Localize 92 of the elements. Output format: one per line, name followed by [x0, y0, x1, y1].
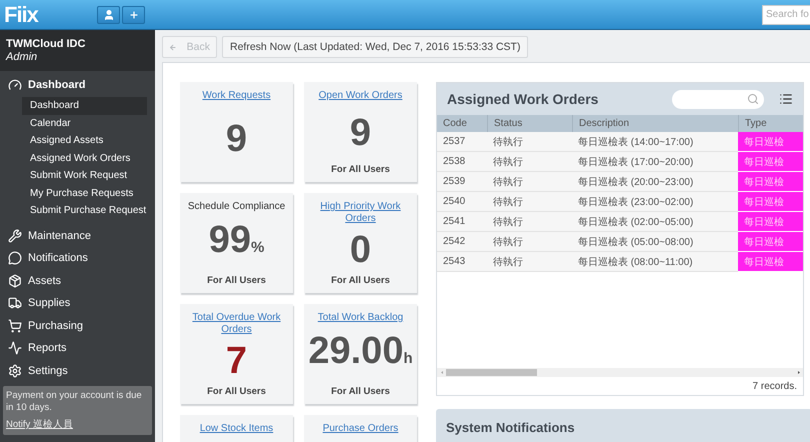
search-field[interactable]: Search fo [762, 4, 810, 24]
table-cell: 待執行 [487, 252, 572, 272]
card-title: Schedule Compliance [188, 201, 286, 213]
table-cell: 2540 [437, 192, 487, 212]
stat-value: 9 [226, 118, 248, 158]
nav-section[interactable]: Settings [0, 360, 155, 382]
type-tag: 每日巡檢 [738, 252, 803, 272]
card-title-link[interactable]: Total Work Backlog [318, 312, 404, 324]
horizontal-scrollbar[interactable] [437, 368, 803, 377]
table-cell: 2543 [437, 252, 487, 272]
table-cell: 每日巡檢表 (02:00~05:00) [572, 212, 738, 232]
table-cell: 2541 [437, 212, 487, 232]
nav-section[interactable]: Assets [0, 270, 155, 292]
card-footer: For All Users [331, 275, 390, 286]
nav-section[interactable]: Purchasing [0, 314, 155, 337]
type-tag: 每日巡檢 [738, 192, 803, 212]
user-icon [102, 8, 114, 20]
add-button[interactable] [122, 6, 145, 24]
card-title-link[interactable]: Total Overdue Work Orders [184, 312, 289, 336]
wrench-icon [8, 228, 22, 243]
table-cell: 2538 [437, 152, 487, 172]
account-name: TWMCloud IDC [6, 38, 86, 50]
table-cell: 2539 [437, 172, 487, 192]
type-tag: 每日巡檢 [738, 212, 803, 232]
user-button[interactable] [97, 6, 120, 24]
card-footer: For All Users [207, 386, 266, 397]
type-tag: 每日巡檢 [738, 232, 803, 252]
type-tag: 每日巡檢 [738, 132, 803, 152]
stat-value: 99% [208, 220, 264, 263]
nav-section[interactable]: Dashboard [0, 74, 155, 96]
nav-section[interactable]: Supplies [0, 292, 155, 314]
account-role: Admin [6, 51, 38, 63]
panel-title: Assigned Work Orders [447, 91, 598, 107]
plus-icon [128, 10, 138, 20]
nav-section[interactable]: Reports [0, 337, 155, 360]
table-cell: 每日巡檢表 (20:00~23:00) [572, 172, 738, 192]
nav-item[interactable]: My Purchase Requests [22, 184, 147, 202]
card-title-link[interactable]: Purchase Orders [322, 423, 398, 435]
gauge-icon [8, 78, 22, 92]
box-icon [8, 274, 22, 288]
table-cell: 待執行 [487, 152, 572, 172]
card-title-link[interactable]: Work Requests [202, 90, 271, 102]
nav-item[interactable]: Submit Purchase Request [22, 202, 147, 220]
nav-item[interactable]: Assigned Assets [22, 132, 147, 150]
type-tag: 每日巡檢 [738, 172, 803, 192]
table-cell: 待執行 [487, 232, 572, 252]
refresh-button[interactable]: Refresh Now (Last Updated: Wed, Dec 7, 2016 15:53:33 CST) [222, 36, 528, 58]
settings-icon [8, 364, 22, 378]
stat-value: 9 [350, 113, 372, 153]
search-icon [747, 93, 759, 105]
nav-item[interactable]: Assigned Work Orders [22, 150, 147, 167]
table-cell: 每日巡檢表 (23:00~02:00) [572, 192, 738, 212]
nav-item[interactable]: Dashboard [22, 97, 147, 114]
table-cell: 每日巡檢表 (17:00~20:00) [572, 152, 738, 172]
notice-text: Payment on your account is due in 10 days. [6, 390, 143, 414]
table-cell: 待執行 [487, 132, 572, 152]
card-footer: For All Users [331, 164, 390, 175]
card-footer: For All Users [331, 386, 390, 397]
type-tag: 每日巡檢 [738, 152, 803, 172]
notify-link[interactable]: Notify 巡檢人員 [6, 418, 149, 431]
panel-title: System Notifications [446, 420, 575, 435]
column-header[interactable]: Description [572, 115, 738, 132]
pulse-icon [8, 341, 22, 356]
list-menu-icon[interactable] [779, 92, 793, 106]
table-cell: 待執行 [487, 192, 572, 212]
table-cell: 2537 [437, 132, 487, 152]
card-title-link[interactable]: Open Work Orders [318, 90, 402, 102]
card-title-link[interactable]: High Priority Work Orders [308, 201, 413, 225]
table-cell: 每日巡檢表 (05:00~08:00) [572, 232, 738, 252]
nav-item[interactable]: Submit Work Request [22, 167, 147, 184]
stat-value: 0 [350, 230, 372, 270]
card-footer: For All Users [207, 275, 266, 286]
record-count: 7 records. [752, 380, 798, 394]
table-cell: 2542 [437, 232, 487, 252]
stat-value: 29.00h [308, 331, 413, 374]
column-header[interactable]: Status [487, 115, 572, 132]
table-search-field[interactable] [672, 90, 764, 108]
nav-section[interactable]: Maintenance [0, 224, 155, 247]
speech-bubble-icon [8, 251, 22, 266]
nav-item[interactable]: Calendar [22, 114, 147, 132]
stat-value: 7 [226, 341, 248, 381]
table-cell: 待執行 [487, 172, 572, 192]
table-cell: 待執行 [487, 212, 572, 232]
logo: Fiix [4, 2, 40, 28]
column-header[interactable]: Type [738, 115, 803, 132]
cart-icon [8, 318, 22, 333]
table-cell: 每日巡檢表 (14:00~17:00) [572, 132, 738, 152]
card-title-link[interactable]: Low Stock Items [200, 423, 274, 435]
truck-icon [8, 296, 22, 310]
table-cell: 每日巡檢表 (08:00~11:00) [572, 252, 738, 272]
column-header[interactable]: Code [437, 115, 487, 132]
nav-section[interactable]: Notifications [0, 247, 155, 270]
